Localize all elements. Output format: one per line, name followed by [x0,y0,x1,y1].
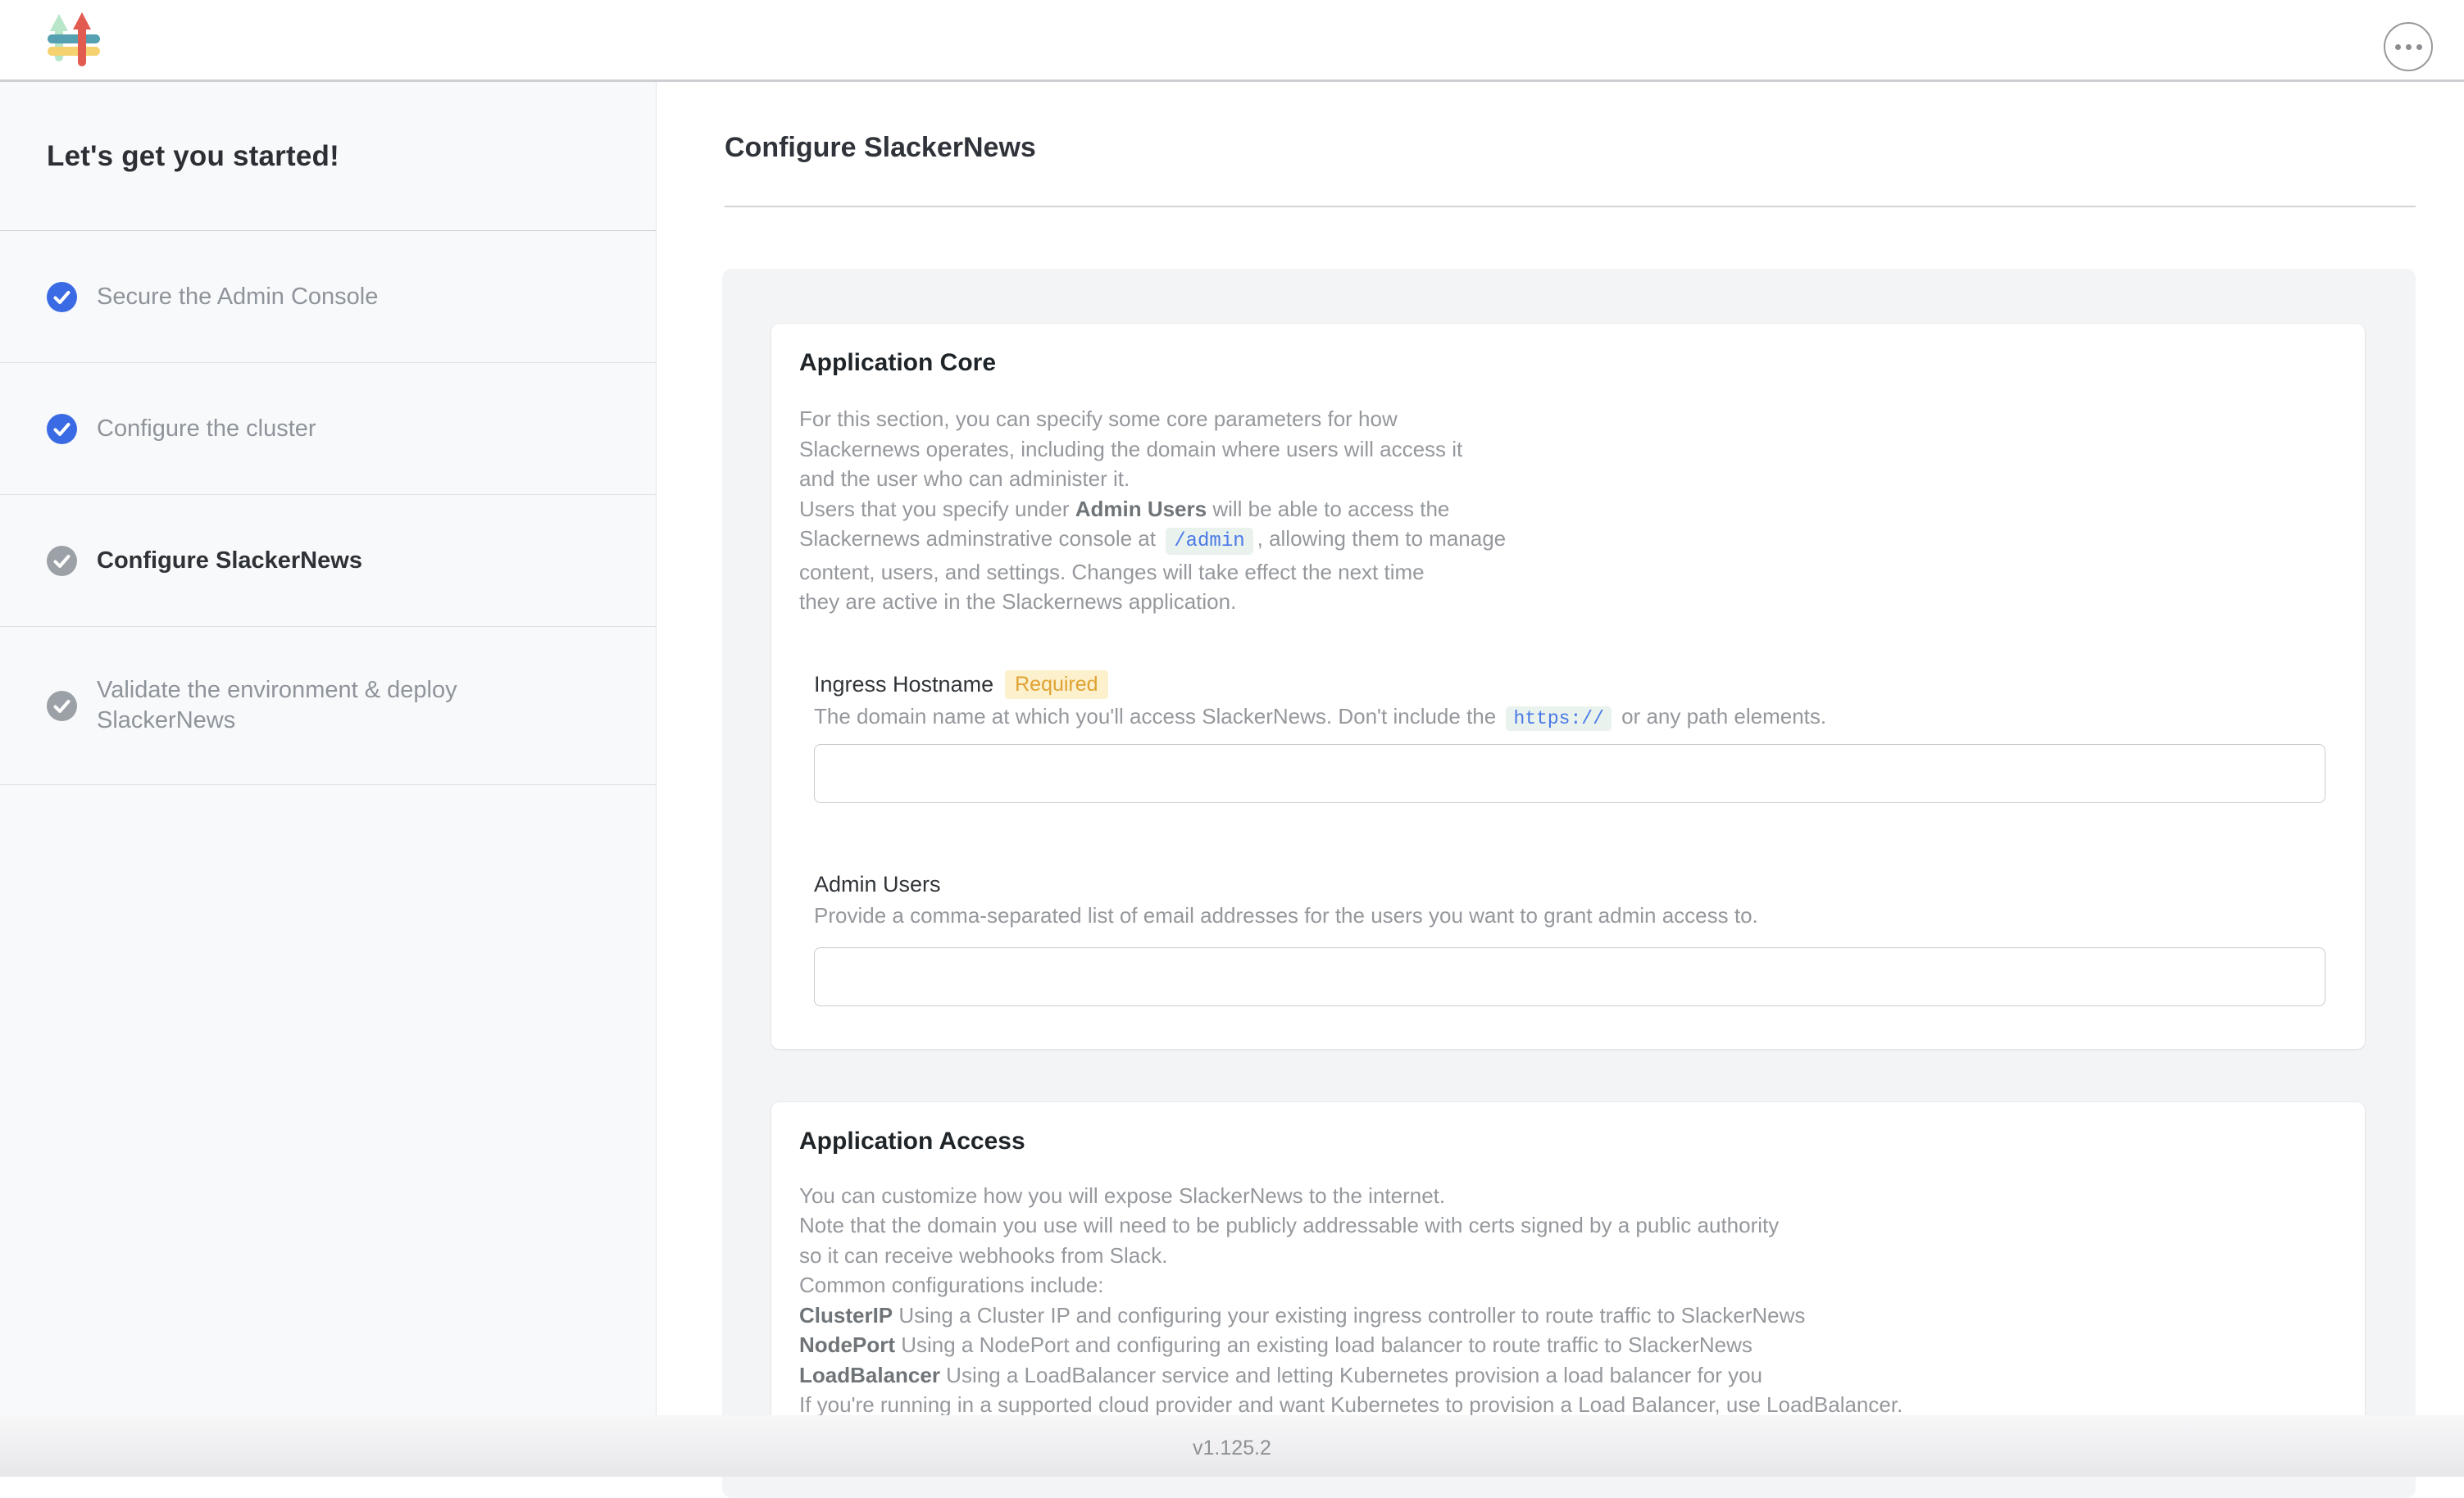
step-complete-check-icon [47,414,77,444]
step-pending-check-icon [47,546,77,576]
application-access-description: You can customize how you will expose Sl… [799,1181,2325,1420]
admin-users-input[interactable] [814,947,2325,1006]
overflow-menu-button[interactable] [2384,22,2433,71]
admin-users-field-group: Admin Users Provide a comma-separated li… [814,870,2325,1006]
step-label: Validate the environment & deploy Slacke… [97,675,539,736]
sidebar-header: Let's get you started! [0,82,656,231]
sidebar-step-validate-deploy[interactable]: Validate the environment & deploy Slacke… [0,627,656,785]
sidebar-step-configure-cluster[interactable]: Configure the cluster [0,363,656,495]
setup-steps-sidebar: Let's get you started! Secure the Admin … [0,82,657,1477]
ingress-hostname-input[interactable] [814,744,2325,803]
admin-users-help: Provide a comma-separated list of email … [814,901,2325,929]
admin-users-label: Admin Users [814,870,941,898]
step-pending-check-icon [47,691,77,721]
ingress-hostname-help: The domain name at which you'll access S… [814,702,2325,733]
app-footer: v1.125.2 [0,1415,2464,1477]
page-title: Configure SlackerNews [725,132,2416,164]
config-panel: Application Core For this section, you c… [722,269,2416,1498]
title-divider [725,206,2416,207]
required-badge: Required [1005,670,1107,699]
application-core-card: Application Core For this section, you c… [771,324,2365,1049]
card-title: Application Core [799,348,2325,378]
application-core-description: For this section, you can specify some c… [799,404,2325,617]
step-label: Secure the Admin Console [97,282,378,312]
ingress-hostname-label: Ingress Hostname [814,670,993,698]
ellipsis-icon [2395,44,2401,50]
app-version: v1.125.2 [1193,1437,1271,1460]
config-content: Configure SlackerNews Application Core F… [657,82,2464,1477]
slackernews-logo-icon [45,9,102,70]
top-bar [0,0,2464,82]
step-complete-check-icon [47,282,77,312]
ingress-hostname-field-group: Ingress Hostname Required The domain nam… [814,670,2325,803]
sidebar-step-configure-slackernews[interactable]: Configure SlackerNews [0,495,656,627]
sidebar-step-secure-admin-console[interactable]: Secure the Admin Console [0,231,656,363]
sidebar-title: Let's get you started! [47,140,339,173]
step-label: Configure SlackerNews [97,546,362,576]
card-title: Application Access [799,1127,2325,1156]
step-label: Configure the cluster [97,414,316,444]
application-access-card: Application Access You can customize how… [771,1102,2365,1463]
